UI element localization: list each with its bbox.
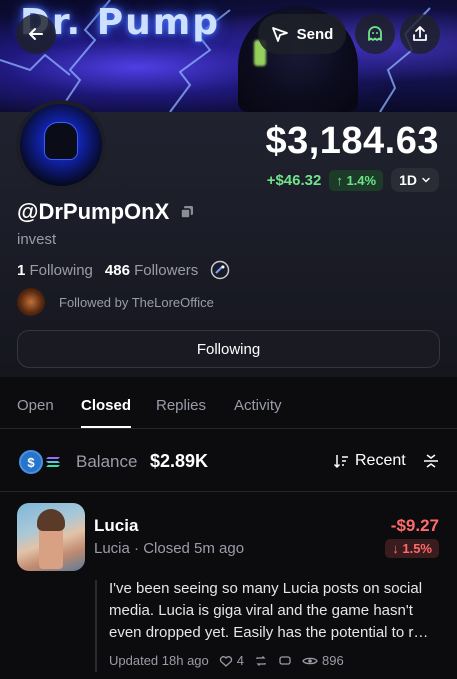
send-label: Send (296, 25, 334, 43)
avatar-face (44, 122, 78, 160)
profile-tabs: Open Closed Replies Activity (0, 377, 457, 429)
views-stat: 896 (302, 653, 344, 668)
post-title[interactable]: Lucia (94, 516, 138, 536)
thumbnail-hair (37, 509, 65, 531)
updated-time: Updated 18h ago (109, 653, 209, 668)
follow-stats: 1 Following 486 Followers (17, 260, 230, 280)
following-stat[interactable]: 1 Following (17, 262, 93, 279)
bio: invest (17, 231, 57, 248)
repost-button[interactable] (254, 654, 268, 668)
repost-icon (256, 655, 266, 666)
range-dropdown[interactable]: 1D (391, 168, 439, 192)
heart-icon (219, 655, 232, 667)
ghost-button[interactable] (355, 14, 395, 54)
post-pnl: -$9.27 (390, 516, 439, 535)
eye-icon (302, 657, 318, 664)
change-percent-badge: ↑ 1.4% (329, 169, 384, 191)
post-text[interactable]: I've been seeing so many Lucia posts on … (109, 578, 439, 644)
profile-banner: Dr. Pump (0, 0, 457, 112)
post-subtitle: Lucia · Closed 5m ago (94, 540, 245, 557)
username: @DrPumpOnX (17, 199, 195, 225)
post-meta: Updated 18h ago 4 896 (109, 653, 344, 668)
quote-bar (95, 580, 97, 672)
share-icon (413, 26, 427, 41)
balance-label: Balance (76, 452, 138, 471)
range-label: 1D (399, 172, 417, 188)
send-icon (271, 27, 288, 42)
tab-open[interactable]: Open (17, 397, 54, 414)
like-button[interactable]: 4 (219, 653, 244, 668)
comment-icon (279, 655, 291, 665)
tab-closed[interactable]: Closed (81, 397, 131, 414)
view-count: 896 (322, 653, 344, 668)
back-button[interactable] (16, 14, 56, 54)
copy-icon[interactable] (179, 204, 195, 220)
sort-label: Recent (355, 452, 406, 469)
follower-avatar (17, 288, 45, 316)
balance-value: $2.89K (150, 451, 209, 471)
filter-icon[interactable] (422, 452, 440, 470)
username-text: @DrPumpOnX (17, 199, 170, 224)
post-thumbnail[interactable] (17, 503, 85, 571)
solana-icon (46, 457, 60, 467)
sort-icon (333, 455, 348, 469)
active-tab-indicator (81, 426, 131, 428)
followed-by[interactable]: Followed by TheLoreOffice (17, 288, 214, 316)
portfolio-value: $3,184.63 (265, 120, 439, 162)
following-button[interactable]: Following (17, 330, 440, 368)
followers-stat[interactable]: 486 Followers (105, 262, 198, 279)
arrow-left-icon (29, 28, 43, 40)
like-count: 4 (236, 653, 244, 668)
usdc-icon: $ (19, 450, 43, 474)
followed-by-text: Followed by TheLoreOffice (59, 294, 214, 310)
change-amount: +$46.32 (266, 171, 322, 189)
sort-button[interactable]: Recent (333, 452, 406, 470)
post-pnl-percent-badge: ↓ 1.5% (385, 539, 439, 558)
avatar (16, 100, 106, 190)
wallet-link-icon[interactable] (210, 260, 230, 280)
ghost-icon (368, 26, 382, 41)
send-button[interactable]: Send (258, 14, 346, 54)
balance-row: $ Balance $2.89K Recent (0, 430, 457, 492)
share-button[interactable] (400, 14, 440, 54)
change-row: +$46.32 ↑ 1.4% 1D (267, 168, 439, 192)
chevron-down-icon (422, 177, 430, 183)
tab-activity[interactable]: Activity (234, 397, 282, 414)
reply-button[interactable] (278, 654, 292, 668)
tab-replies[interactable]: Replies (156, 397, 206, 414)
